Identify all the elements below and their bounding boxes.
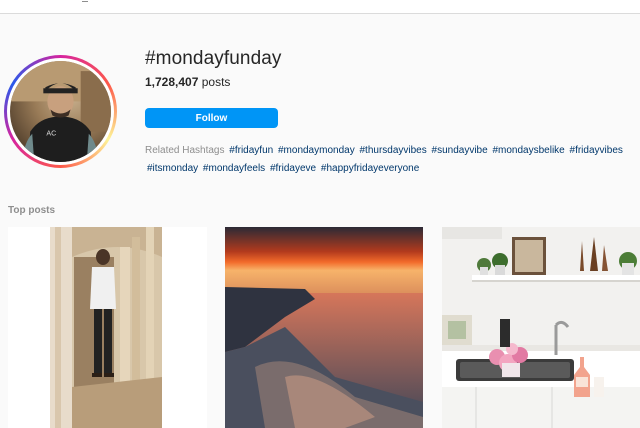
related-hashtag-link[interactable]: #mondaysbelike — [492, 145, 564, 156]
top-posts-heading: Top posts — [8, 205, 56, 216]
avatar-man-image: AC — [10, 61, 111, 162]
photo-man-in-archway-icon — [8, 227, 207, 428]
photo-sunset-seascape-icon — [225, 227, 423, 428]
post-count-number: 1,728,407 — [145, 75, 199, 89]
top-post-3[interactable] — [442, 227, 640, 428]
related-hashtag-link[interactable]: #sundayvibe — [432, 145, 488, 156]
related-hashtag-link[interactable]: #happyfridayeveryone — [321, 163, 419, 174]
top-navigation-bar — [0, 0, 640, 14]
svg-text:AC: AC — [46, 131, 56, 138]
post-count-label: posts — [201, 75, 231, 89]
related-hashtags-label: Related Hashtags — [145, 145, 225, 156]
follow-button[interactable]: Follow — [145, 108, 278, 128]
hashtag-avatar: AC — [4, 55, 117, 168]
nav-partial-icon[interactable] — [82, 0, 88, 2]
photo-kitchen-with-flowers-icon — [442, 227, 640, 428]
top-post-1[interactable] — [8, 227, 207, 428]
related-hashtag-link[interactable]: #thursdayvibes — [359, 145, 426, 156]
related-hashtag-link[interactable]: #fridayeve — [270, 163, 316, 174]
avatar-photo: AC — [10, 61, 111, 162]
related-hashtag-link[interactable]: #fridayfun — [229, 145, 273, 156]
hashtag-title: #mondayfunday — [145, 48, 282, 69]
top-post-2[interactable] — [225, 227, 423, 428]
related-hashtag-link[interactable]: #fridayvibes — [570, 145, 623, 156]
related-hashtags: Related Hashtags #fridayfun #mondaymonda… — [145, 142, 625, 178]
related-hashtag-link[interactable]: #itsmonday — [147, 163, 198, 174]
related-hashtag-link[interactable]: #mondayfeels — [203, 163, 265, 174]
post-count: 1,728,407 posts — [145, 75, 230, 89]
related-hashtag-link[interactable]: #mondaymonday — [278, 145, 355, 156]
